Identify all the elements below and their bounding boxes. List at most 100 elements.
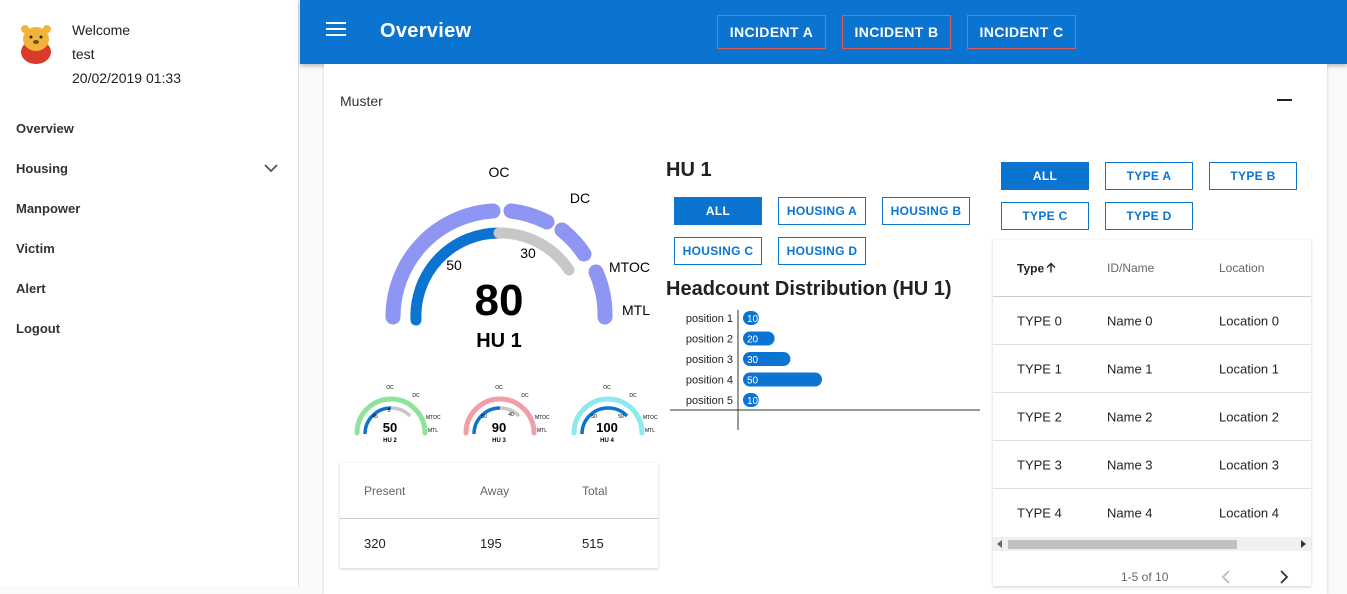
gauge-tick-oc: OC [603, 385, 611, 391]
login-datetime: 20/02/2019 01:33 [72, 70, 181, 86]
gauge-label: HU 4 [600, 438, 614, 444]
summary-header-away: Away [480, 484, 510, 498]
summary-row: 320 195 515 [340, 519, 658, 568]
summary-away: 195 [480, 536, 502, 551]
cell-name: Name 1 [1107, 361, 1153, 376]
housing-filter-all[interactable]: ALL [674, 197, 762, 225]
distribution-title: Headcount Distribution (HU 1) [666, 278, 952, 300]
table-header: Type ID/Name Location [993, 240, 1311, 297]
category-label: position 4 [686, 375, 733, 387]
cell-location: Location 1 [1219, 361, 1279, 376]
cell-name: Name 4 [1107, 505, 1153, 521]
prev-page-icon[interactable] [1221, 570, 1231, 584]
bar-value-label: 50 [747, 376, 759, 387]
type-filter-b[interactable]: TYPE B [1209, 162, 1297, 190]
gauge-tick-2: 5 [388, 408, 391, 414]
scroll-left-icon[interactable] [997, 540, 1003, 548]
gauge-tick-2: 40 [508, 412, 514, 418]
summary-table: Present Away Total 320 195 515 [340, 463, 658, 568]
gauge-tick-1: 50 [481, 414, 487, 420]
gauge-tick-oc: OC [386, 385, 394, 391]
type-filter-d[interactable]: TYPE D [1105, 202, 1193, 230]
headcount-bar-chart: position 1 10 position 2 20 position 3 30 posi… [670, 310, 980, 430]
menu-icon[interactable] [326, 22, 346, 40]
user-info: Welcome test 20/02/2019 01:33 [72, 18, 181, 90]
cell-location: Location 4 [1219, 505, 1279, 521]
hu-title: HU 1 [666, 159, 712, 181]
column-header-location[interactable]: Location [1219, 261, 1264, 275]
card-title: Muster [340, 93, 383, 109]
summary-header-total: Total [582, 484, 608, 498]
sidebar-item-label: Housing [16, 160, 68, 176]
category-label: position 5 [686, 395, 733, 407]
gauge-value: 90 [492, 420, 506, 435]
gauge-tick-2: 50 [618, 414, 624, 420]
pagination-info: 1-5 of 10 [1121, 570, 1169, 584]
housing-filter-d[interactable]: HOUSING D [778, 237, 866, 265]
gauge-tick-dc: DC [412, 393, 420, 399]
gauge-tick-dc: DC [570, 190, 590, 206]
table-row[interactable]: TYPE 0 Name 0 Location 0 [993, 297, 1311, 345]
bar-group: position 1 10 position 2 20 position 3 30 posi… [686, 311, 822, 407]
incident-a-button[interactable]: INCIDENT A [717, 15, 826, 49]
cell-name: Name 2 [1107, 409, 1153, 424]
incident-c-button[interactable]: INCIDENT C [967, 15, 1076, 49]
column-header-type[interactable]: Type [1017, 261, 1056, 276]
cell-name: Name 0 [1107, 313, 1153, 328]
type-table: Type ID/Name Location TYPE 0 Name 0 Locati… [993, 240, 1311, 586]
collapse-icon[interactable] [1277, 99, 1292, 101]
column-header-id-name[interactable]: ID/Name [1107, 261, 1154, 275]
sidebar-item-logout[interactable]: Logout [0, 308, 299, 348]
summary-total: 515 [582, 536, 604, 551]
sidebar: Welcome test 20/02/2019 01:33 Overview H… [0, 0, 299, 586]
bar-value-label: 10 [747, 314, 759, 325]
type-filter-a[interactable]: TYPE A [1105, 162, 1193, 190]
sidebar-item-housing[interactable]: Housing [0, 148, 299, 188]
table-row[interactable]: TYPE 3 Name 3 Location 3 [993, 441, 1311, 489]
cell-type: TYPE 4 [1017, 505, 1062, 521]
housing-filter-b[interactable]: HOUSING B [882, 197, 970, 225]
summary-header-present: Present [364, 484, 406, 498]
housing-filter-c[interactable]: HOUSING C [674, 237, 762, 265]
gauge-value: 100 [596, 420, 618, 435]
summary-header: Present Away Total [340, 463, 658, 519]
gauge-tick-mtl: MTL [622, 302, 650, 318]
table-row[interactable]: TYPE 2 Name 2 Location 2 [993, 393, 1311, 441]
gauge-tick-mtoc: MTOC [609, 259, 650, 275]
sidebar-item-manpower[interactable]: Manpower [0, 188, 299, 228]
small-gauge-hu3: OC DC MTOC MTL 50 40 90 HU 3 [463, 385, 550, 444]
type-filter-all[interactable]: ALL [1001, 162, 1089, 190]
gauge-tick-mtl: MTL [428, 428, 438, 434]
sidebar-item-alert[interactable]: Alert [0, 268, 299, 308]
cell-name: Name 3 [1107, 457, 1153, 472]
table-row[interactable]: TYPE 1 Name 1 Location 1 [993, 345, 1311, 393]
cell-type: TYPE 1 [1017, 361, 1062, 376]
sidebar-item-label: Logout [16, 320, 61, 336]
incident-b-button[interactable]: INCIDENT B [842, 15, 951, 49]
scrollbar-thumb[interactable] [1008, 540, 1237, 549]
sidebar-item-overview[interactable]: Overview [0, 108, 299, 148]
summary-present: 320 [364, 536, 386, 551]
cell-location: Location 0 [1219, 313, 1279, 328]
arrow-up-icon [1046, 262, 1056, 273]
housing-filter-a[interactable]: HOUSING A [778, 197, 866, 225]
next-page-icon[interactable] [1279, 570, 1289, 584]
bar-value-label: 10 [747, 396, 759, 407]
chevron-down-icon [264, 164, 278, 173]
gauge-tick-dc: DC [521, 393, 529, 399]
cell-location: Location 3 [1219, 457, 1279, 472]
gauge-label: HU 3 [492, 438, 506, 444]
category-label: position 1 [686, 313, 733, 325]
bar-value-label: 20 [747, 335, 759, 346]
small-gauge-hu4: OC DC MTOC MTL 50 50 100 HU 4 [571, 385, 658, 444]
sidebar-item-victim[interactable]: Victim [0, 228, 299, 268]
gauge-tick-50: 50 [446, 257, 462, 273]
sidebar-item-label: Alert [16, 280, 46, 296]
small-gauge-hu2: OC DC MTOC MTL 45 5 50 HU 2 [354, 385, 441, 444]
column-header-type-label: Type [1017, 261, 1045, 276]
table-row[interactable]: TYPE 4 Name 4 Location 4 [993, 489, 1311, 537]
type-filter-c[interactable]: TYPE C [1001, 202, 1089, 230]
cell-type: TYPE 2 [1017, 409, 1062, 424]
horizontal-scrollbar[interactable] [993, 537, 1311, 551]
scroll-right-icon[interactable] [1301, 540, 1307, 548]
